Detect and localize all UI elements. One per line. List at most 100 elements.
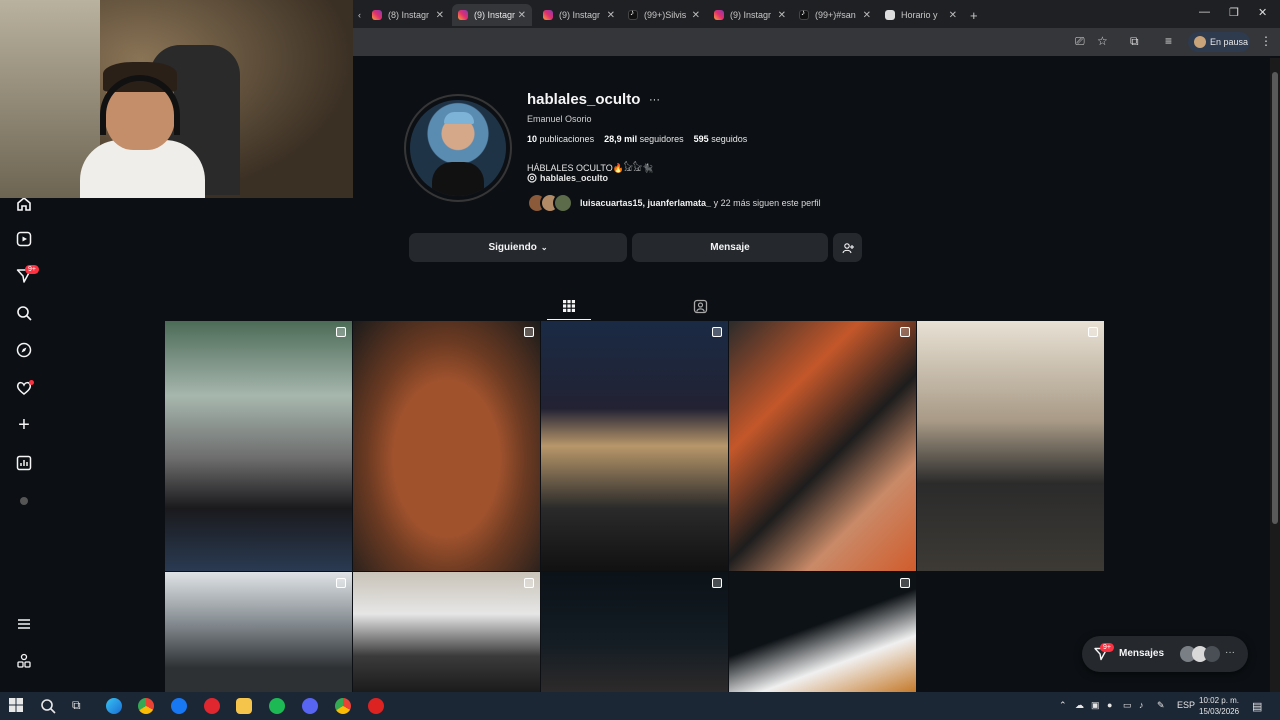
facebook-icon[interactable]	[171, 698, 187, 714]
carousel-icon	[900, 578, 910, 588]
post-tile[interactable]	[165, 572, 352, 692]
tray-pen-icon[interactable]: ✎	[1157, 700, 1165, 711]
app-red-icon[interactable]	[204, 698, 220, 714]
post-tile[interactable]	[729, 321, 916, 571]
browser-tab-active[interactable]: (9) Instagr ✕	[452, 4, 532, 26]
close-icon[interactable]: ✕	[863, 10, 871, 21]
tiktok-icon	[799, 8, 809, 20]
tab-title: Horario y	[901, 10, 938, 20]
post-tile[interactable]	[165, 321, 352, 571]
profile-avatar-icon[interactable]	[15, 492, 33, 510]
followed-by[interactable]: luisacuartas15, juanferlamata_ y 22 más …	[527, 193, 821, 213]
profile-options-icon[interactable]: ···	[649, 94, 660, 106]
new-tab-button[interactable]: +	[964, 4, 984, 26]
carousel-icon	[524, 578, 534, 588]
browser-tab[interactable]: (9) Instagr ✕	[537, 4, 621, 26]
close-window-icon[interactable]: ✕	[1258, 6, 1267, 19]
instagram-icon	[458, 10, 468, 20]
message-button[interactable]: Mensaje	[632, 233, 828, 262]
language-indicator[interactable]: ESP	[1177, 700, 1195, 710]
search-icon[interactable]	[40, 698, 56, 714]
bookmark-star-icon[interactable]: ☆	[1097, 34, 1108, 48]
carousel-icon	[336, 327, 346, 337]
scrollbar-thumb[interactable]	[1272, 72, 1278, 524]
chrome-icon[interactable]	[138, 698, 154, 714]
avatar	[553, 193, 573, 213]
browser-profile-button[interactable]: En pausa	[1188, 32, 1250, 52]
restore-icon[interactable]: ❐	[1229, 6, 1239, 19]
browser-tab[interactable]: (8) Instagr ✕	[366, 4, 450, 26]
reading-list-icon[interactable]: ≡	[1165, 34, 1172, 48]
following-stat[interactable]: 595 seguidos	[694, 134, 748, 144]
file-explorer-icon[interactable]	[236, 698, 252, 714]
browser-tab[interactable]: (99+)Silvis ✕	[622, 4, 706, 26]
post-tile[interactable]	[541, 321, 728, 571]
profile-status: En pausa	[1210, 37, 1249, 47]
suggest-people-button[interactable]	[833, 233, 862, 262]
close-icon[interactable]: ✕	[436, 10, 444, 21]
avatar-cap	[444, 112, 474, 124]
minimize-icon[interactable]: —	[1199, 6, 1210, 18]
create-plus-icon[interactable]: +	[15, 414, 33, 436]
close-icon[interactable]: ✕	[778, 10, 786, 21]
more-menu-icon[interactable]	[15, 615, 33, 633]
cast-icon[interactable]: ⎚	[1075, 34, 1085, 49]
tagged-tab[interactable]	[691, 297, 709, 315]
messages-pill[interactable]: 9+ Mensajes ···	[1082, 636, 1248, 672]
profile-stats: 10 publicaciones 28,9 mil seguidores 595…	[527, 134, 747, 144]
tab-title: (9) Instagr	[559, 10, 601, 20]
posts-grid-tab[interactable]	[560, 297, 578, 315]
spotify-icon[interactable]	[269, 698, 285, 714]
close-icon[interactable]: ✕	[949, 10, 957, 21]
browser-tab[interactable]: (99+)#san ✕	[793, 4, 877, 26]
grid-icon	[563, 300, 575, 312]
posts-stat: 10 publicaciones	[527, 134, 595, 144]
threads-handle: hablales_oculto	[540, 173, 609, 183]
discord-icon[interactable]	[302, 698, 318, 714]
browser-tab[interactable]: Horario y ✕	[879, 4, 963, 26]
tray-chevron-up-icon[interactable]: ⌃	[1059, 700, 1067, 711]
dashboard-icon[interactable]	[15, 454, 33, 472]
tab-scroll-left-icon[interactable]: ‹	[352, 4, 367, 26]
horario-icon	[885, 10, 895, 20]
windows-start-icon[interactable]	[9, 698, 25, 714]
reels-icon[interactable]	[15, 230, 33, 248]
profile-avatar[interactable]	[410, 100, 506, 196]
add-person-icon	[841, 242, 854, 253]
edge-icon[interactable]	[106, 698, 122, 714]
tray-network-icon[interactable]: ▭	[1123, 700, 1132, 711]
profile-full-name: Emanuel Osorio	[527, 114, 592, 124]
chrome-profile-icon[interactable]	[335, 698, 351, 714]
carousel-icon	[1088, 327, 1098, 337]
notification-center-icon[interactable]: ▤	[1252, 700, 1262, 713]
close-icon[interactable]: ✕	[692, 10, 700, 21]
following-button[interactable]: Siguiendo ⌄	[409, 233, 627, 262]
post-tile[interactable]	[353, 572, 540, 692]
close-icon[interactable]: ✕	[607, 10, 615, 21]
taskbar-clock[interactable]: 10:02 p. m. 15/03/2026	[1199, 695, 1239, 717]
tray-cloud-icon[interactable]: ☁	[1075, 700, 1084, 711]
extensions-icon[interactable]: ⧉	[1130, 34, 1139, 49]
post-tile[interactable]	[729, 572, 916, 692]
close-icon[interactable]: ✕	[518, 10, 526, 21]
tray-volume-icon[interactable]: ♪	[1139, 700, 1144, 710]
post-tile[interactable]	[541, 572, 728, 692]
task-view-icon[interactable]: ⧉	[72, 698, 88, 714]
threads-link[interactable]: hablales_oculto	[527, 173, 608, 183]
browser-tab[interactable]: (9) Instagr ✕	[708, 4, 792, 26]
tray-app-icon[interactable]: ▣	[1091, 700, 1100, 711]
avatar-shirt	[432, 162, 484, 196]
instagram-icon	[372, 10, 382, 20]
search-icon[interactable]	[15, 304, 33, 322]
post-tile[interactable]	[917, 321, 1104, 571]
threads-icon	[527, 173, 537, 183]
app-record-icon[interactable]	[368, 698, 384, 714]
explore-icon[interactable]	[15, 341, 33, 359]
meta-apps-icon[interactable]	[15, 652, 33, 670]
tray-microphone-icon[interactable]: ●	[1107, 700, 1112, 710]
clock-time: 10:02 p. m.	[1199, 696, 1240, 705]
followers-stat[interactable]: 28,9 mil seguidores	[604, 134, 684, 144]
instagram-icon	[714, 10, 724, 20]
browser-menu-icon[interactable]: ⋮	[1260, 34, 1272, 48]
post-tile[interactable]	[353, 321, 540, 571]
